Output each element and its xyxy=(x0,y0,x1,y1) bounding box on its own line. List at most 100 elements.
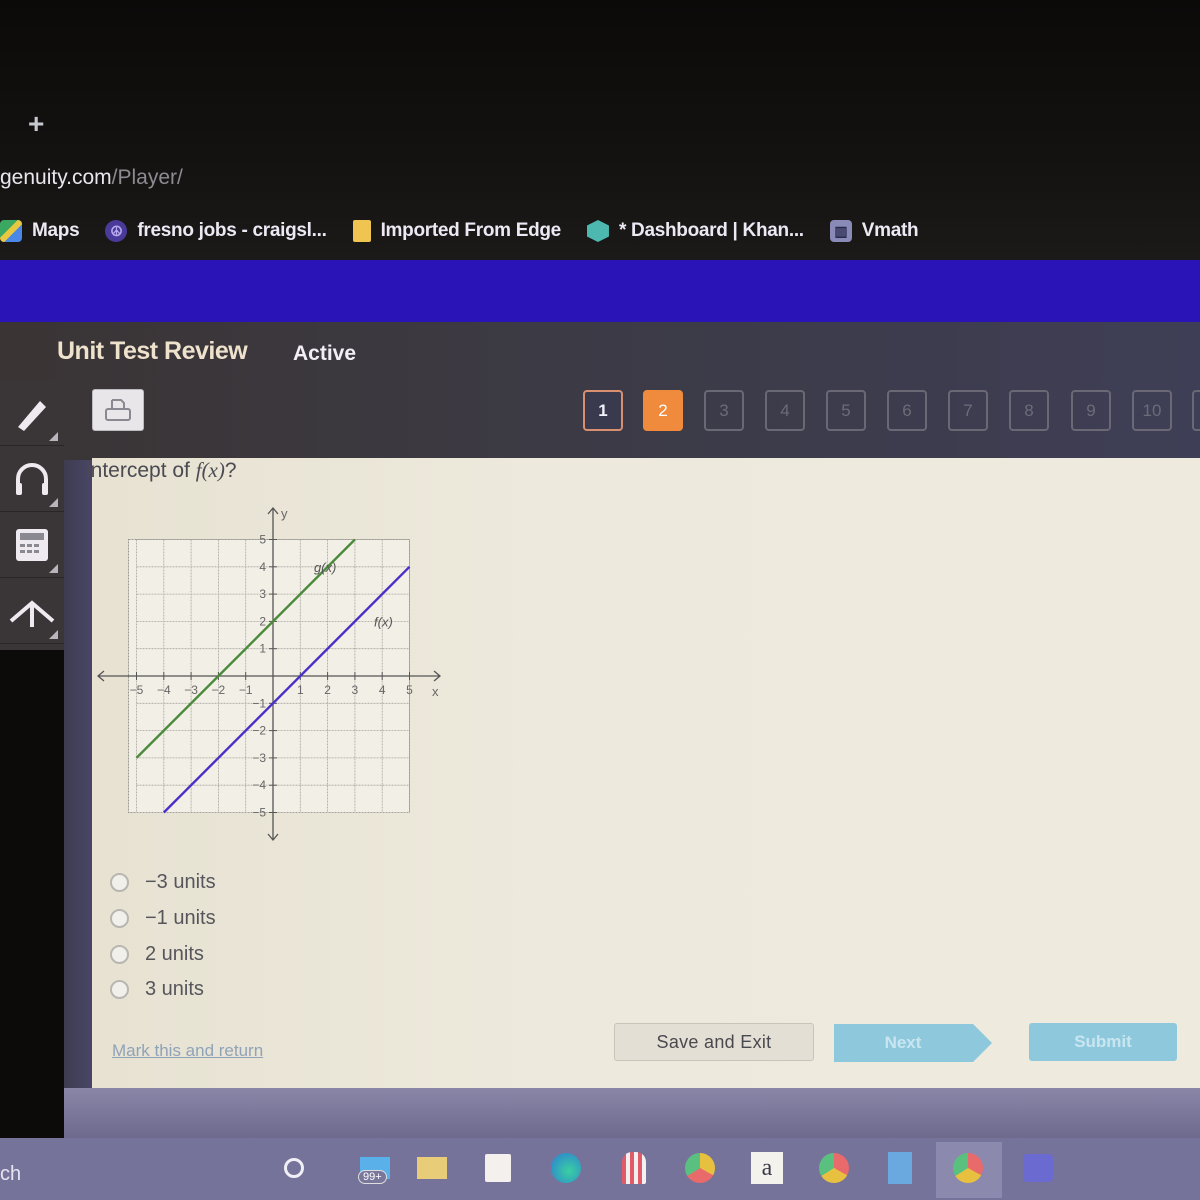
choice-label: 2 units xyxy=(145,943,204,965)
highlighter-tool[interactable] xyxy=(0,380,64,446)
assessment-title: Unit Test Review xyxy=(57,337,248,365)
x-tick-label: 5 xyxy=(406,683,413,697)
y-axis-label: y xyxy=(281,506,288,521)
print-button[interactable] xyxy=(92,389,144,431)
answer-choice-2[interactable]: −1 units xyxy=(110,907,216,930)
question-6-button[interactable]: 6 xyxy=(887,390,927,431)
submit-button[interactable]: Submit xyxy=(1029,1023,1177,1061)
store-button[interactable] xyxy=(478,1148,518,1188)
question-10-button[interactable]: 10 xyxy=(1132,390,1172,431)
highlighter-icon xyxy=(18,400,46,431)
page-bottom-area xyxy=(64,1088,1200,1138)
url-host: genuity.com xyxy=(0,166,112,189)
question-3-button[interactable]: 3 xyxy=(704,390,744,431)
file-explorer-button[interactable] xyxy=(412,1148,452,1188)
x-tick-label: −2 xyxy=(212,683,226,697)
file-explorer-icon xyxy=(417,1157,447,1179)
x-tick-label: −5 xyxy=(130,683,144,697)
x-tick-label: −4 xyxy=(157,683,171,697)
chrome-button[interactable] xyxy=(814,1148,854,1188)
vmath-icon: ▥ xyxy=(829,220,852,242)
teams-button[interactable] xyxy=(1018,1148,1058,1188)
folder-icon xyxy=(352,220,371,242)
answer-choice-3[interactable]: 2 units xyxy=(110,943,204,966)
y-tick-label: 2 xyxy=(259,614,266,628)
prompt-function: f(x) xyxy=(195,458,225,482)
question-9-button[interactable]: 9 xyxy=(1071,390,1111,431)
bookmark-khan-dashboard[interactable]: * Dashboard | Khan... xyxy=(586,220,804,242)
answer-choice-1[interactable]: −3 units xyxy=(110,871,216,894)
chrome-profile-icon xyxy=(953,1153,983,1183)
radio-button[interactable] xyxy=(110,909,129,928)
headphones-icon xyxy=(16,462,48,495)
y-tick-label: −3 xyxy=(252,751,266,765)
question-5-button[interactable]: 5 xyxy=(826,390,866,431)
audio-tool[interactable] xyxy=(0,446,64,512)
edge-icon xyxy=(551,1153,581,1183)
edge-button[interactable] xyxy=(546,1148,586,1188)
popcorn-app-button[interactable] xyxy=(614,1148,654,1188)
x-tick-label: 1 xyxy=(297,683,304,697)
mail-button[interactable]: 99+ xyxy=(350,1148,400,1188)
chrome-profile-button[interactable] xyxy=(948,1148,988,1188)
mail-badge: 99+ xyxy=(358,1170,387,1184)
x-tick-label: 4 xyxy=(379,683,386,697)
y-tick-label: −1 xyxy=(252,696,266,710)
question-11-button[interactable] xyxy=(1192,390,1200,431)
x-axis-label: x xyxy=(432,684,439,699)
question-2-button[interactable]: 2 xyxy=(643,390,683,431)
save-and-exit-button[interactable]: Save and Exit xyxy=(614,1023,814,1061)
maps-icon xyxy=(0,220,22,242)
bookmark-maps[interactable]: Maps xyxy=(0,220,80,242)
address-bar[interactable]: genuity.com/Player/ xyxy=(0,166,183,190)
x-tick-label: 2 xyxy=(324,683,331,697)
chrome-canary-button[interactable] xyxy=(680,1148,720,1188)
expand-corner-icon xyxy=(49,432,58,441)
chrome-icon xyxy=(819,1153,849,1183)
bookmark-label: Maps xyxy=(32,220,80,241)
radio-button[interactable] xyxy=(110,873,129,892)
x-tick-label: −1 xyxy=(239,683,253,697)
cortana-button[interactable] xyxy=(274,1148,314,1188)
bookmarks-bar: Maps ☮ fresno jobs - craigsl... Imported… xyxy=(0,214,944,248)
question-1-button[interactable]: 1 xyxy=(583,390,623,431)
radio-button[interactable] xyxy=(110,980,129,999)
y-tick-label: 1 xyxy=(259,642,266,656)
reference-icon xyxy=(9,599,55,627)
tool-rail xyxy=(0,380,64,650)
store-icon xyxy=(485,1154,511,1182)
amazon-button[interactable]: a xyxy=(747,1148,787,1188)
next-button[interactable]: Next xyxy=(834,1024,992,1062)
url-path: /Player/ xyxy=(111,166,183,189)
answer-choice-4[interactable]: 3 units xyxy=(110,978,204,1001)
question-4-button[interactable]: 4 xyxy=(765,390,805,431)
bookmark-fresno-jobs[interactable]: ☮ fresno jobs - craigsl... xyxy=(105,220,327,242)
new-tab-button[interactable]: + xyxy=(28,108,44,140)
calculator-app-icon xyxy=(888,1152,912,1184)
question-prompt: intercept of f(x)? xyxy=(86,458,237,483)
bookmark-imported-from-edge[interactable]: Imported From Edge xyxy=(352,220,561,242)
bookmark-vmath[interactable]: ▥ Vmath xyxy=(829,220,919,242)
khan-academy-icon xyxy=(586,220,609,242)
question-7-button[interactable]: 7 xyxy=(948,390,988,431)
calculator-app-button[interactable] xyxy=(880,1148,920,1188)
mark-and-return-link[interactable]: Mark this and return xyxy=(112,1041,263,1061)
reference-tool[interactable] xyxy=(0,578,64,644)
y-tick-label: −2 xyxy=(252,724,266,738)
x-tick-label: −3 xyxy=(184,683,198,697)
calculator-tool[interactable] xyxy=(0,512,64,578)
choice-label: −3 units xyxy=(145,871,216,893)
calculator-icon xyxy=(16,528,48,561)
popcorn-icon xyxy=(622,1152,646,1184)
taskbar-search[interactable]: ch xyxy=(0,1163,21,1186)
prompt-text: intercept of xyxy=(86,459,196,482)
radio-button[interactable] xyxy=(110,945,129,964)
series-label: f(x) xyxy=(374,614,393,629)
assessment-status: Active xyxy=(293,342,357,365)
question-8-button[interactable]: 8 xyxy=(1009,390,1049,431)
coordinate-graph: −5 −4 −3 −2 −1 1 2 3 4 5 5 4 3 2 1 −1 −2 −3 −4 −5 g(x) f(x)… xyxy=(96,506,442,842)
y-tick-label: 3 xyxy=(259,587,266,601)
peace-icon: ☮ xyxy=(105,220,128,242)
teams-icon xyxy=(1023,1154,1053,1182)
choice-label: −1 units xyxy=(145,907,216,929)
